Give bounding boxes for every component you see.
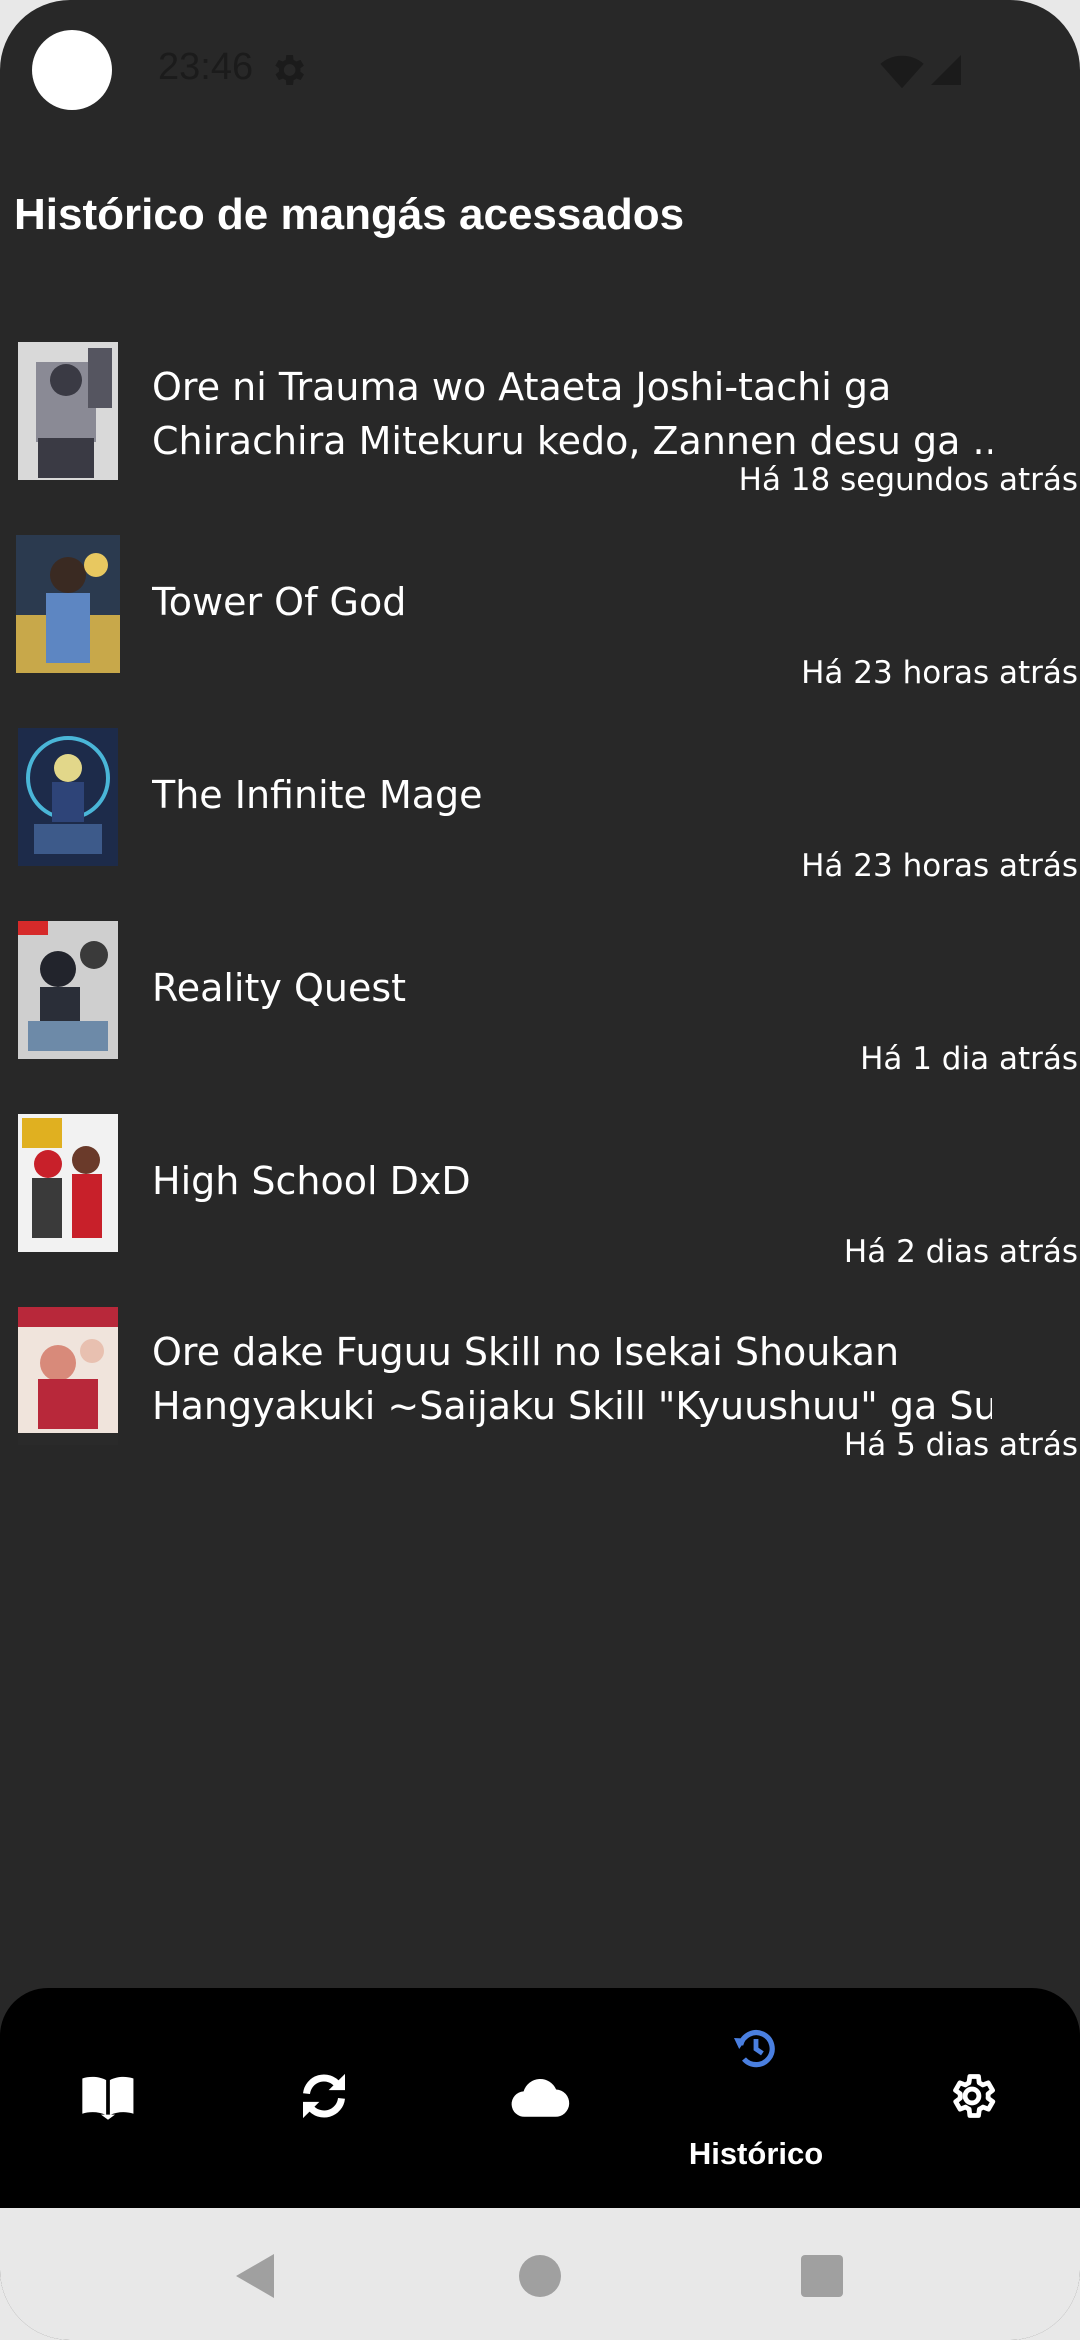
book-icon [82, 2076, 134, 2120]
time-ago: Há 18 segundos atrás [738, 462, 1078, 498]
manga-title: High School DxD [152, 1159, 471, 1203]
cloud-icon [511, 2078, 570, 2117]
manga-title: Tower Of God [152, 580, 407, 624]
nav-item-library[interactable] [0, 1988, 216, 2208]
bottom-nav: Histórico [0, 1988, 1080, 2208]
time-ago: Há 23 horas atrás [801, 655, 1078, 691]
app-screen: 23:46 Histórico de mangás acessados Ore … [0, 0, 1080, 2340]
sync-icon [303, 2073, 345, 2119]
history-item[interactable]: Tower Of God Há 23 horas atrás [0, 523, 1080, 716]
history-item[interactable]: High School DxD Há 2 dias atrás [0, 1102, 1080, 1295]
page-title: Histórico de mangás acessados [14, 190, 685, 239]
nav-item-updates[interactable] [216, 1988, 432, 2208]
status-bar: 23:46 [0, 0, 1080, 140]
camera-cutout [32, 30, 112, 110]
system-nav-bar [0, 2208, 1080, 2340]
time-ago: Há 23 horas atrás [801, 848, 1078, 884]
nav-label-history: Histórico [688, 2136, 824, 2171]
manga-cover [18, 1307, 118, 1445]
history-list: Ore ni Trauma wo Ataeta Joshi-tachi ga C… [0, 330, 1080, 1488]
manga-cover [16, 535, 120, 673]
nav-item-history[interactable]: Histórico [648, 1988, 864, 2208]
home-icon[interactable] [518, 2254, 562, 2298]
history-item[interactable]: The Infinite Mage Há 23 horas atrás [0, 716, 1080, 909]
manga-title: The Infinite Mage [152, 773, 483, 817]
manga-title: Reality Quest [152, 966, 407, 1010]
history-item[interactable]: Ore ni Trauma wo Ataeta Joshi-tachi ga C… [0, 330, 1080, 523]
status-time: 23:46 [158, 46, 254, 88]
recents-icon[interactable] [800, 2254, 844, 2298]
history-item[interactable]: Reality Quest Há 1 dia atrás [0, 909, 1080, 1102]
time-ago: Há 5 dias atrás [843, 1427, 1078, 1463]
gear-icon [953, 2074, 996, 2118]
manga-cover [18, 728, 118, 866]
nav-item-cloud[interactable] [432, 1988, 648, 2208]
cell-signal-icon [931, 55, 961, 85]
manga-cover [18, 342, 118, 480]
time-ago: Há 2 dias atrás [843, 1234, 1078, 1270]
manga-cover [18, 921, 118, 1059]
manga-cover [18, 1114, 118, 1252]
settings-gear-icon [275, 55, 304, 85]
time-ago: Há 1 dia atrás [860, 1041, 1078, 1077]
wifi-icon [880, 55, 924, 89]
history-icon [734, 2030, 775, 2068]
history-item[interactable]: Ore dake Fuguu Skill no Isekai Shoukan H… [0, 1295, 1080, 1488]
manga-title: Ore ni Trauma wo Ataeta Joshi-tachi ga C… [152, 365, 992, 463]
back-icon[interactable] [234, 2252, 278, 2300]
nav-item-settings[interactable] [864, 1988, 1080, 2208]
manga-title: Ore dake Fuguu Skill no Isekai Shoukan H… [152, 1330, 992, 1428]
